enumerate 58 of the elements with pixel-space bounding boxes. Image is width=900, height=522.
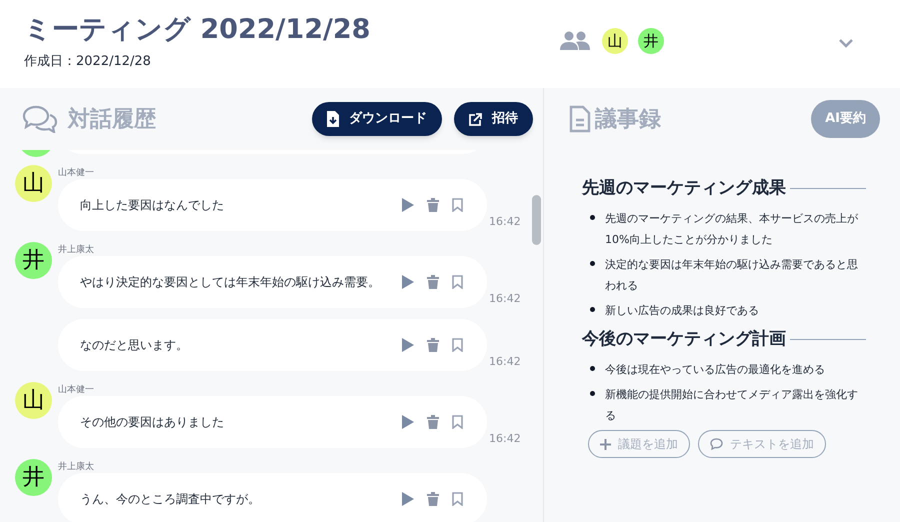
external-link-icon (469, 112, 482, 126)
document-icon (569, 105, 591, 133)
trash-icon[interactable] (427, 275, 439, 289)
speaker-name: 山本健一 (58, 166, 95, 179)
avatar: 井 (15, 459, 52, 496)
participant-avatar: 山 (602, 28, 628, 54)
trash-icon[interactable] (427, 338, 439, 352)
trash-icon[interactable] (427, 492, 439, 506)
message-text: やはり決定的な要因としては年末年始の駆け込み需要。 (80, 274, 380, 290)
minutes-title: 議事録 (595, 106, 661, 134)
bookmark-icon[interactable] (452, 275, 463, 289)
bookmark-icon[interactable] (452, 492, 463, 506)
play-icon[interactable] (402, 275, 414, 289)
play-icon[interactable] (402, 198, 414, 212)
minutes-item: 新機能の提供開始に合わせてメディア露出を強化する (605, 387, 859, 424)
message-time: 16:42 (489, 214, 521, 230)
scrollbar-thumb[interactable] (532, 195, 541, 245)
section-heading: 今後のマーケティング計画 (582, 328, 786, 351)
speaker-name: 井上康太 (58, 244, 95, 256)
message-time: 16:42 (489, 290, 521, 306)
section-heading: 先週のマーケティング成果 (582, 177, 786, 200)
avatar: 山 (15, 382, 52, 419)
file-download-icon (327, 111, 339, 127)
participant-avatar: 井 (638, 28, 664, 54)
minutes-item: 新しい広告の成果は良好である (605, 303, 759, 319)
add-topic-button[interactable]: 議題を追加 (588, 430, 690, 458)
minutes-item: 決定的な要因は年末年始の駆け込み需要であると思われる (605, 257, 859, 294)
message-text: その他の要因はありました (80, 414, 224, 430)
message-text: なのだと思います。 (80, 338, 188, 352)
invite-button[interactable]: 招待 (454, 102, 533, 136)
message-text: うん、今のところ調査中ですが。 (80, 492, 260, 506)
play-icon[interactable] (402, 492, 414, 506)
speaker-name: 山本健一 (58, 384, 95, 396)
avatar: 山 (15, 165, 52, 202)
bookmark-icon[interactable] (452, 198, 463, 212)
play-icon[interactable] (402, 338, 414, 352)
play-icon[interactable] (402, 415, 414, 429)
chat-history-title: 対話履歴 (68, 106, 156, 134)
minutes-item: 先週のマーケティングの結果、本サービスの売上が10%向上したことが分かりました (605, 211, 859, 248)
speaker-name: 井上康太 (58, 460, 95, 473)
chevron-down-icon[interactable] (838, 38, 854, 48)
bookmark-icon[interactable] (452, 415, 463, 429)
message-time: 16:42 (489, 430, 521, 446)
download-button[interactable]: ダウンロード (312, 102, 442, 136)
created-date: 作成日：2022/12/28 (24, 53, 152, 71)
message-text: 向上した要因はなんでした (80, 198, 224, 212)
message-time: 16:42 (489, 354, 521, 370)
people-icon (560, 31, 590, 51)
minutes-item: 今後は現在やっている広告の最適化を進める (605, 362, 825, 378)
bookmark-icon[interactable] (452, 338, 463, 352)
trash-icon[interactable] (427, 198, 439, 212)
avatar: 井 (15, 242, 52, 279)
chat-bubbles-icon (22, 105, 58, 133)
speech-bubble-icon (710, 438, 723, 450)
add-text-button[interactable]: テキストを追加 (698, 430, 826, 458)
meeting-title: ミーティング 2022/12/28 (24, 13, 372, 47)
plus-icon (600, 438, 611, 450)
trash-icon[interactable] (427, 415, 439, 429)
